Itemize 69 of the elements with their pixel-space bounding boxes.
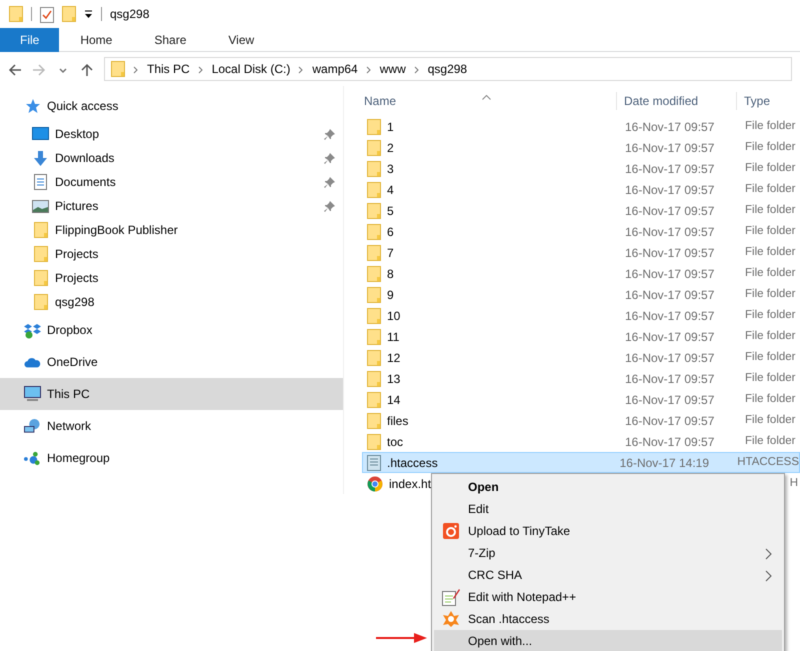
- file-type: File folder: [745, 266, 796, 281]
- file-name: 7: [387, 244, 394, 262]
- date-modified: 16-Nov-17 09:57: [625, 350, 714, 364]
- date-modified: 16-Nov-17 09:57: [625, 308, 714, 322]
- window-title: qsg298: [110, 6, 150, 23]
- file-name: .htaccess: [387, 454, 438, 472]
- file-type: File folder: [745, 182, 796, 197]
- file-name: 11: [387, 328, 400, 346]
- date-modified: 16-Nov-17 09:57: [625, 140, 714, 154]
- sidebar-label: qsg298: [55, 294, 96, 311]
- file-name: 3: [387, 160, 394, 178]
- file-name: 6: [387, 224, 394, 240]
- sidebar-label: OneDrive: [47, 354, 99, 371]
- menu-label: Open: [468, 479, 500, 496]
- date-modified: 16-Nov-17 09:57: [625, 162, 714, 176]
- date-modified: 16-Nov-17 09:57: [625, 182, 714, 196]
- file-name: 12: [387, 350, 400, 366]
- file-type: File folder: [745, 392, 796, 407]
- file-name: files: [387, 412, 408, 430]
- sidebar-label: Network: [47, 418, 92, 435]
- date-modified: 16-Nov-17 09:57: [625, 120, 714, 134]
- sidebar-label: Pictures: [55, 198, 100, 215]
- sidebar-label: This PC: [47, 386, 91, 403]
- file-type: File folder: [745, 118, 796, 134]
- file-name: 14: [387, 392, 400, 408]
- date-modified: 16-Nov-17 09:57: [625, 224, 714, 238]
- date-modified: 16-Nov-17 09:57: [625, 392, 714, 406]
- sidebar-label: Downloads: [55, 150, 116, 167]
- file-name: 10: [387, 308, 400, 324]
- file-type: File folder: [745, 160, 796, 176]
- file-type: File folder: [745, 370, 796, 386]
- date-modified: 16-Nov-17 09:57: [625, 246, 714, 260]
- file-type: File folder: [745, 286, 796, 302]
- file-type: File folder: [745, 202, 796, 218]
- sidebar-label: Projects: [55, 246, 100, 263]
- sidebar-label: Homegroup: [47, 450, 111, 467]
- sidebar-label: FlippingBook Publisher: [55, 222, 179, 239]
- file-type: File folder: [745, 350, 796, 365]
- date-modified: 16-Nov-17 14:19: [620, 456, 710, 470]
- date-modified: 16-Nov-17 09:57: [625, 434, 714, 448]
- date-modified: 16-Nov-17 09:57: [625, 204, 714, 218]
- sidebar-label: Documents: [55, 174, 117, 191]
- file-type: File folder: [745, 224, 796, 239]
- file-name: 2: [387, 140, 394, 156]
- date-modified: 16-Nov-17 09:57: [625, 288, 714, 302]
- file-name: index.ht: [389, 476, 432, 492]
- sidebar-label: Projects: [55, 270, 100, 287]
- date-modified: 16-Nov-17 09:57: [625, 266, 714, 280]
- file-type: File folder: [745, 140, 796, 155]
- sidebar-label: Dropbox: [47, 322, 94, 339]
- file-name: toc: [387, 434, 404, 450]
- file-type: File folder: [745, 244, 796, 260]
- file-name: 8: [387, 266, 394, 282]
- file-name: 13: [387, 370, 400, 388]
- file-name: 5: [387, 202, 394, 220]
- file-type: File folder: [745, 412, 796, 428]
- file-type: File folder: [745, 328, 796, 344]
- file-type: HTACCESS: [737, 454, 799, 470]
- sidebar-label: Quick access: [47, 98, 120, 115]
- file-name: 4: [387, 182, 394, 198]
- file-type: File folder: [745, 308, 796, 323]
- date-modified: 16-Nov-17 09:57: [625, 414, 714, 428]
- date-modified: 16-Nov-17 09:57: [625, 330, 714, 344]
- file-type: H: [790, 476, 798, 491]
- file-name: 1: [387, 118, 394, 136]
- sidebar-label: Desktop: [55, 126, 100, 143]
- file-type: File folder: [745, 434, 796, 449]
- file-name: 9: [387, 286, 394, 304]
- date-modified: 16-Nov-17 09:57: [625, 372, 714, 386]
